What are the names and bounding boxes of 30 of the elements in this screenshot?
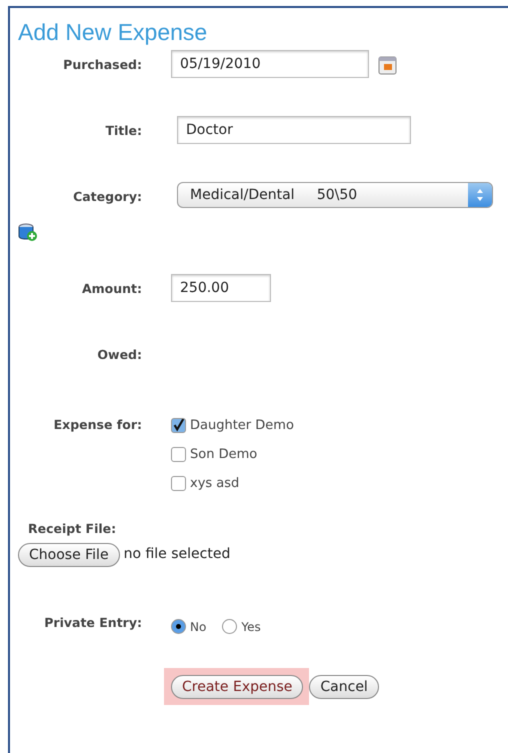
option-label: Daughter Demo — [190, 416, 294, 435]
add-category-icon[interactable] — [18, 222, 38, 242]
page-heading: Add New Expense — [18, 18, 208, 46]
create-button[interactable]: Create Expense — [171, 675, 304, 699]
choose-file-button[interactable]: Choose File — [18, 542, 120, 567]
field-label: Purchased: — [62, 56, 142, 74]
radio-button[interactable] — [171, 619, 186, 634]
field-label: Private Entry: — [43, 614, 142, 632]
field-label: Category: — [72, 188, 142, 206]
title-field[interactable]: Doctor — [177, 116, 411, 144]
field-label: Owed: — [96, 346, 142, 364]
field-label: Title: — [104, 122, 142, 140]
file-status: no file selected — [124, 545, 230, 564]
radio-button[interactable] — [222, 619, 238, 634]
option-label: Son Demo — [190, 446, 258, 464]
field-label: Expense for: — [52, 416, 142, 434]
date-field[interactable]: 05/19/2010 — [171, 50, 369, 78]
dropdown-arrows-icon — [468, 183, 492, 207]
option-label: Yes — [241, 618, 261, 636]
checkbox[interactable] — [171, 418, 186, 433]
cancel-button[interactable]: Cancel — [309, 675, 379, 699]
field-label: Receipt File: — [27, 520, 116, 538]
amount-field[interactable]: 250.00 — [171, 274, 271, 302]
checkbox[interactable] — [171, 447, 186, 462]
option-label: No — [190, 618, 206, 636]
field-label: Amount: — [80, 280, 142, 298]
checkbox[interactable] — [171, 476, 186, 491]
option-label: xys asd — [190, 474, 240, 493]
category-select[interactable]: Medical/Dental 50\50 — [177, 182, 493, 208]
calendar-icon[interactable] — [377, 54, 399, 76]
